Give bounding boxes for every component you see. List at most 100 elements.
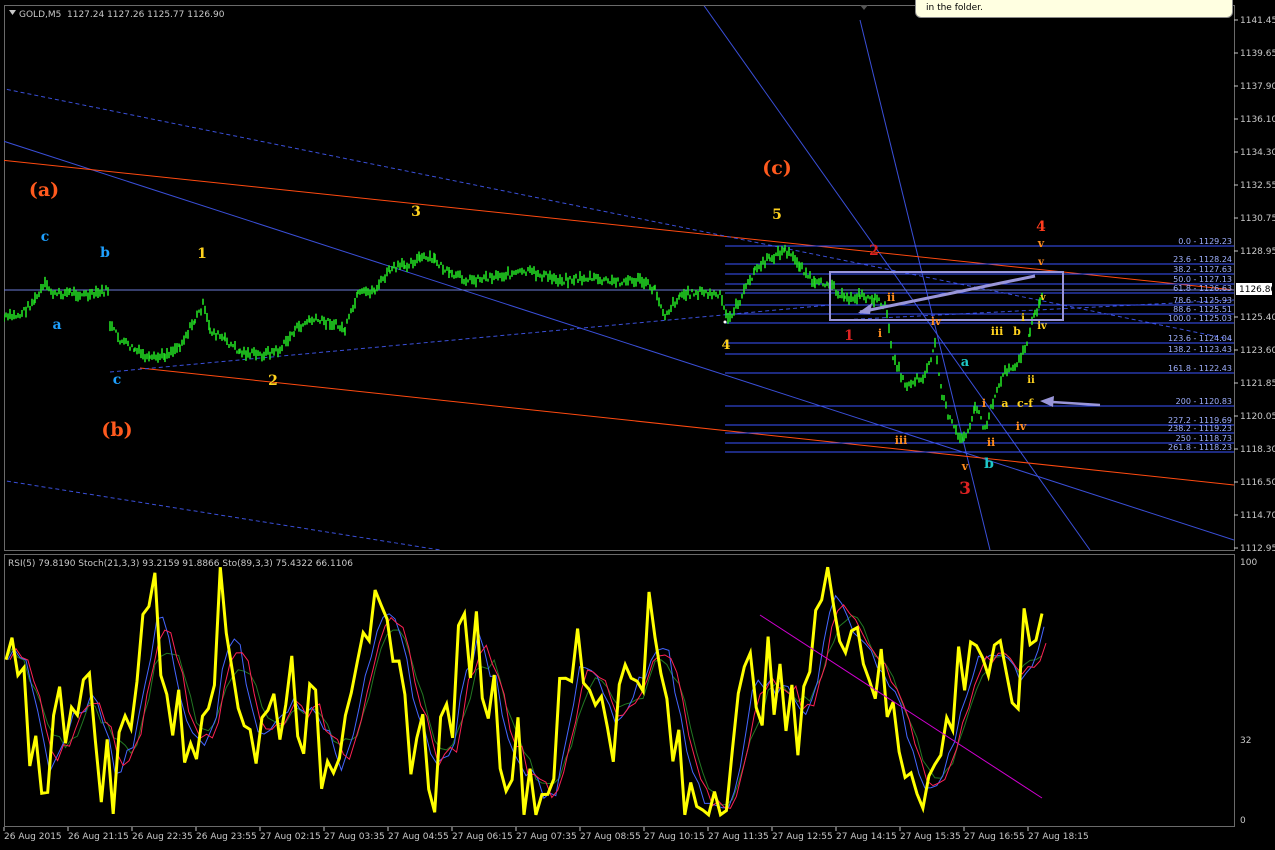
time-tick-label: 27 Aug 08:55 — [580, 832, 641, 842]
fib-level-label: 50.0 - 1127.13 — [1173, 275, 1232, 284]
main-price-panel[interactable] — [4, 5, 1235, 551]
indicator-tick-label: 0 — [1240, 816, 1246, 826]
trendline — [859, 19, 991, 550]
wave-label: 2 — [268, 373, 278, 389]
price-tick-label: 1130.75 — [1240, 214, 1275, 224]
wave-label: 1 — [844, 328, 854, 344]
fib-level-label: 100.0 - 1125.03 — [1168, 314, 1232, 323]
time-tick-label: 27 Aug 06:15 — [452, 832, 513, 842]
time-axis: 26 Aug 2015 26 Aug 21:15 26 Aug 22:35 26 Au… — [3, 827, 1089, 842]
wave-label: iii — [895, 434, 908, 447]
current-price-label: 1126.80 — [1239, 285, 1275, 295]
fibonacci-lines — [725, 245, 1234, 453]
fib-level-label: 250 - 1118.73 — [1176, 434, 1232, 443]
price-tick-label: 1123.60 — [1240, 346, 1275, 356]
wave-label: a — [1001, 397, 1008, 410]
price-tick-label: 1139.65 — [1240, 49, 1275, 59]
wave-label: 3 — [411, 204, 421, 220]
wave-label: ii — [987, 436, 995, 449]
time-tick-label: 26 Aug 21:15 — [68, 832, 129, 842]
trendline — [4, 88, 1234, 341]
fib-level-label: 88.6 - 1125.51 — [1173, 305, 1232, 314]
wave-label: v — [1039, 293, 1046, 303]
wave-label: c — [41, 229, 50, 245]
price-tick-label: 1132.55 — [1240, 181, 1275, 191]
fib-level-label: 23.6 - 1128.24 — [1173, 255, 1232, 264]
time-tick-label: 27 Aug 02:15 — [260, 832, 321, 842]
time-tick-label: 27 Aug 15:35 — [900, 832, 961, 842]
wave-label: ii — [887, 291, 895, 304]
time-tick-label: 27 Aug 03:35 — [324, 832, 385, 842]
time-tick-label: 27 Aug 18:15 — [1028, 832, 1089, 842]
indicator-tick-label: 100 — [1240, 558, 1257, 568]
time-tick-label: 27 Aug 10:15 — [644, 832, 705, 842]
indicator-tick-label: 32 — [1240, 736, 1251, 746]
menu-triangle-icon[interactable] — [9, 10, 16, 15]
wave-label: i — [982, 397, 986, 410]
time-tick-label: 27 Aug 04:55 — [388, 832, 449, 842]
wave-label: iv — [1037, 321, 1048, 332]
wave-label: 4 — [721, 338, 730, 353]
wave-label: a — [52, 317, 61, 333]
wave-label: (b) — [101, 419, 132, 441]
wave-label: i — [878, 327, 882, 340]
indicator-axis: 100 32 0 — [1240, 558, 1257, 826]
pivot-dot — [723, 320, 727, 324]
time-tick-label: 26 Aug 2015 — [4, 832, 62, 842]
wave-label: 5 — [772, 207, 782, 223]
price-tick-label: 1125.40 — [1240, 313, 1275, 323]
fib-level-label: 61.8 - 1126.63 — [1173, 284, 1232, 293]
wave-label: 3 — [959, 479, 971, 499]
trendline — [4, 140, 1234, 541]
wave-label: iv — [1016, 420, 1027, 433]
wave-label: b — [984, 456, 994, 472]
fib-level-label: 238.2 - 1119.23 — [1168, 424, 1232, 433]
indicator-lines — [4, 566, 1047, 818]
time-tick-label: 27 Aug 11:35 — [708, 832, 769, 842]
wave-label: iv — [931, 315, 942, 328]
trendline — [4, 480, 441, 550]
trendlines — [4, 6, 1234, 550]
trendline — [139, 367, 1234, 486]
fib-level-label: 138.2 - 1123.43 — [1168, 345, 1232, 354]
wave-label: ii — [1027, 375, 1035, 386]
wave-label: iii — [991, 325, 1004, 338]
fib-level-label: 0.0 - 1129.23 — [1178, 237, 1232, 246]
time-tick-label: 27 Aug 12:55 — [772, 832, 833, 842]
wave-label: 1 — [197, 246, 207, 262]
wave-label: b — [100, 245, 110, 261]
trendline — [4, 159, 1234, 291]
price-tick-label: 1128.95 — [1240, 247, 1275, 257]
rsi-line — [4, 566, 1044, 818]
price-tick-label: 1116.50 — [1240, 478, 1275, 488]
time-tick-label: 27 Aug 07:35 — [516, 832, 577, 842]
main-drawings: (a)cabc(b)12345(c)4vv123iiiiiiivvabiiiii… — [4, 6, 1234, 550]
time-tick-label: 26 Aug 23:55 — [196, 832, 257, 842]
tooltip-text: in the folder. — [926, 3, 983, 13]
fib-level-label: 38.2 - 1127.63 — [1173, 265, 1232, 274]
indicator-header: RSI(5) 79.8190 Stoch(21,3,3) 93.2159 91.… — [8, 559, 353, 569]
fib-level-label: 261.8 - 1118.23 — [1168, 443, 1232, 452]
time-tick-label: 27 Aug 14:15 — [836, 832, 897, 842]
fib-level-label: 123.6 - 1124.04 — [1168, 334, 1232, 343]
price-candles — [4, 244, 1043, 444]
gold-m5-chart[interactable]: GOLD,M5 1127.24 1127.26 1125.77 1126.90 … — [0, 0, 1275, 850]
trendline — [703, 6, 1091, 550]
fib-level-label: 78.6 - 1125.93 — [1173, 296, 1232, 305]
wave-label: a — [961, 355, 970, 370]
time-tick-label: 27 Aug 16:55 — [964, 832, 1025, 842]
wave-label: c-f — [1017, 397, 1034, 410]
price-tick-label: 1134.30 — [1240, 148, 1275, 158]
overlay-drawings — [829, 271, 1101, 407]
wave-label: v — [1037, 237, 1045, 250]
wave-label: 2 — [869, 243, 879, 259]
symbol-label: GOLD,M5 — [19, 10, 61, 20]
wave-label: v — [1037, 257, 1045, 268]
fib-level-label: 200 - 1120.83 — [1176, 397, 1232, 406]
price-tick-label: 1120.05 — [1240, 412, 1275, 422]
wave-label: b — [1013, 325, 1021, 338]
price-tick-label: 1114.70 — [1240, 511, 1275, 521]
wave-label: c — [113, 372, 122, 388]
price-tick-label: 1141.45 — [1240, 16, 1275, 26]
wave-label: (a) — [29, 179, 59, 201]
